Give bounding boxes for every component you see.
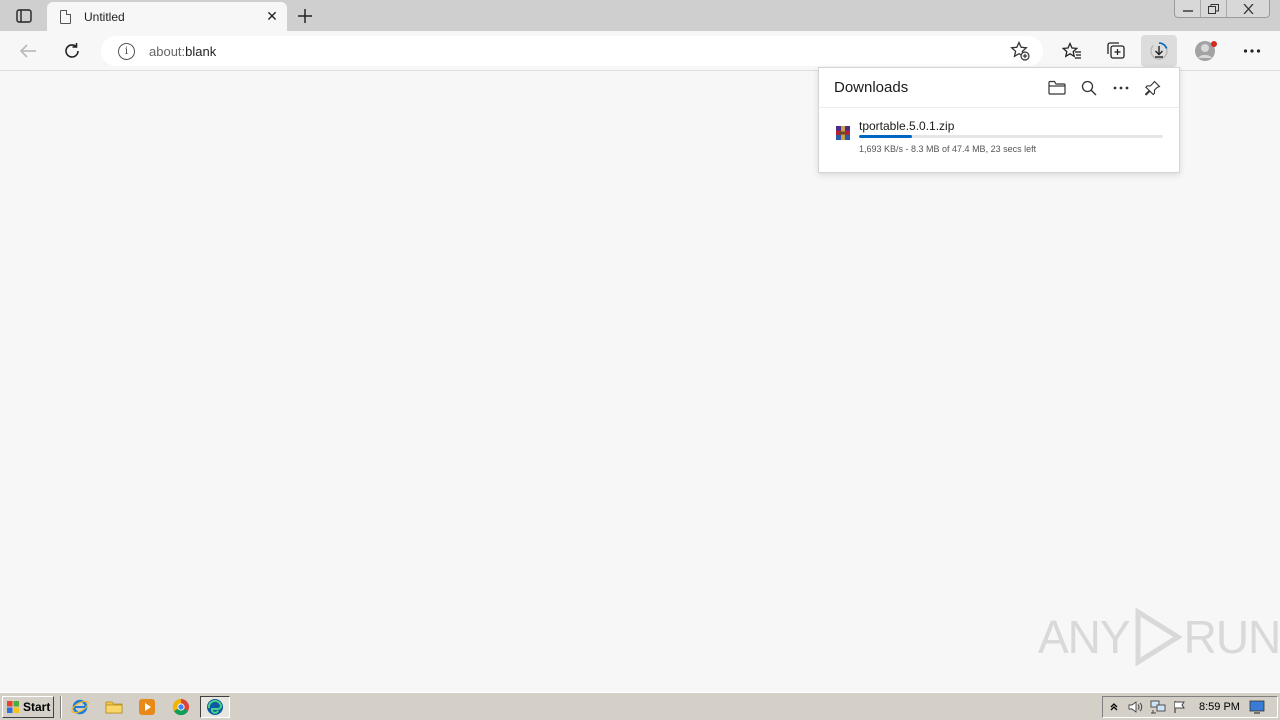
minimize-button[interactable]	[1175, 0, 1201, 17]
show-hidden-icons-button[interactable]	[1103, 698, 1125, 716]
restore-icon	[1208, 3, 1219, 14]
plus-icon	[298, 9, 312, 23]
collections-icon	[1107, 42, 1125, 59]
internet-explorer-icon	[71, 699, 89, 715]
more-horizontal-icon	[1243, 49, 1261, 53]
tab-untitled[interactable]: Untitled ✕	[47, 2, 287, 31]
minimize-icon	[1182, 9, 1193, 12]
refresh-button[interactable]	[57, 37, 87, 65]
url-scheme: about:	[149, 43, 186, 59]
collections-button[interactable]	[1098, 35, 1134, 67]
flag-icon	[1174, 701, 1185, 713]
downloads-header: Downloads	[819, 68, 1179, 108]
downloads-title: Downloads	[834, 79, 909, 96]
taskbar-chrome[interactable]	[170, 697, 192, 717]
action-center-button[interactable]	[1169, 698, 1191, 716]
settings-more-button[interactable]	[1234, 35, 1270, 67]
show-desktop-button[interactable]	[1246, 698, 1268, 716]
search-downloads-button[interactable]	[1073, 72, 1105, 104]
close-window-button[interactable]	[1227, 0, 1269, 17]
favorites-button[interactable]	[1054, 35, 1090, 67]
download-icon	[1150, 42, 1168, 60]
network-button[interactable]	[1147, 698, 1169, 716]
pin-downloads-button[interactable]	[1137, 72, 1169, 104]
folder-icon	[1048, 80, 1066, 95]
downloads-more-options-button[interactable]	[1105, 72, 1137, 104]
profile-button[interactable]	[1188, 35, 1224, 67]
watermark-text-left: ANY	[1038, 611, 1131, 663]
anyrun-watermark: ANY RUN	[1038, 608, 1280, 666]
speaker-icon	[1128, 701, 1143, 713]
site-info-icon[interactable]: i	[118, 42, 135, 60]
folder-icon	[105, 701, 123, 714]
taskbar-edge[interactable]	[200, 696, 230, 718]
back-button[interactable]	[13, 37, 43, 65]
chrome-icon	[172, 698, 189, 716]
start-label: Start	[23, 700, 51, 714]
url-path: blank	[185, 43, 217, 59]
edge-icon	[207, 699, 223, 715]
taskbar-file-explorer[interactable]	[103, 697, 125, 717]
volume-button[interactable]	[1125, 698, 1147, 716]
taskbar-internet-explorer[interactable]	[69, 697, 91, 717]
address-text[interactable]: about:blank	[149, 44, 1009, 59]
network-icon	[1150, 700, 1166, 714]
download-progress-bar	[859, 135, 1163, 138]
media-player-icon	[139, 699, 155, 715]
star-add-icon	[1010, 41, 1030, 61]
open-downloads-folder-button[interactable]	[1041, 72, 1073, 104]
window-controls	[1174, 0, 1270, 18]
close-window-icon	[1243, 3, 1253, 14]
restore-button[interactable]	[1201, 0, 1227, 17]
close-tab-icon[interactable]: ✕	[262, 7, 282, 27]
desktop-icon	[1249, 700, 1265, 714]
taskbar-separator	[60, 696, 62, 718]
new-tab-button[interactable]	[293, 4, 317, 28]
play-logo-icon	[1135, 608, 1182, 666]
taskbar-clock[interactable]: 8:59 PM	[1199, 701, 1240, 713]
back-arrow-icon	[19, 44, 36, 58]
winrar-archive-icon	[836, 126, 850, 140]
downloads-panel: Downloads tportable.5.0.1.zip 1,693 KB/s…	[818, 67, 1180, 173]
add-favorite-button[interactable]	[1009, 40, 1031, 62]
refresh-icon	[65, 43, 79, 58]
tab-actions-icon	[16, 9, 32, 23]
download-progress-fill	[859, 135, 913, 138]
page-icon	[60, 9, 71, 24]
tab-actions-button[interactable]	[10, 6, 38, 26]
system-tray: 8:59 PM	[1102, 696, 1278, 718]
favorites-icon	[1062, 42, 1081, 59]
avatar-icon	[1195, 41, 1217, 61]
windows-flag-icon	[7, 701, 19, 713]
download-status: 1,693 KB/s - 8.3 MB of 47.4 MB, 23 secs …	[859, 144, 1037, 154]
search-icon	[1081, 80, 1097, 95]
more-horizontal-icon	[1113, 86, 1129, 89]
tab-title: Untitled	[84, 9, 125, 24]
tab-strip: Untitled ✕	[0, 0, 1280, 31]
taskbar: Start 8:59 PM	[0, 692, 1280, 720]
download-item[interactable]: tportable.5.0.1.zip 1,693 KB/s - 8.3 MB …	[834, 118, 1164, 158]
start-button[interactable]: Start	[2, 696, 54, 718]
download-file-name[interactable]: tportable.5.0.1.zip	[859, 119, 954, 133]
watermark-text-right: RUN	[1183, 611, 1280, 663]
chevron-up-icon	[1110, 703, 1118, 711]
downloads-button[interactable]	[1141, 35, 1177, 67]
navigation-bar: i about:blank	[0, 31, 1280, 71]
address-bar[interactable]: i about:blank	[101, 36, 1043, 66]
taskbar-media-player[interactable]	[136, 697, 158, 717]
pin-icon	[1145, 80, 1161, 96]
